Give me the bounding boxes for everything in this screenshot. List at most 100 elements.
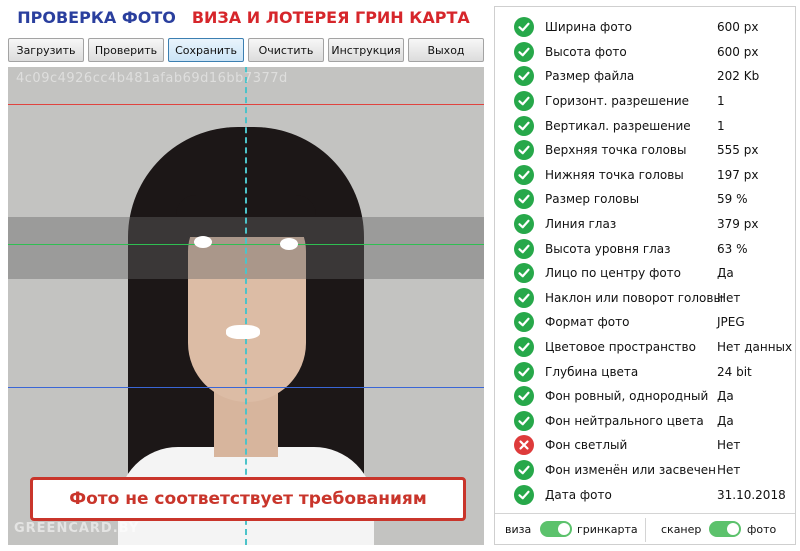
- check-results-panel: Ширина фото 600 px Высота фото 600 px Размер…: [494, 6, 796, 545]
- photo-hash: 4c09c4926cc4b481afab69d16bb7377d: [16, 71, 288, 86]
- check-value: 555 px: [717, 143, 759, 158]
- check-row: Цветовое пространство Нет данных: [495, 335, 795, 360]
- check-icon: [514, 460, 534, 481]
- check-value: Да: [717, 266, 734, 281]
- instructions-button[interactable]: Инструкция: [328, 38, 404, 62]
- check-label: Глубина цвета: [545, 364, 639, 379]
- check-icon: [514, 337, 534, 358]
- check-icon: [514, 140, 534, 161]
- toolbar: Загрузить Проверить Сохранить Очистить И…: [8, 38, 484, 62]
- check-row: Верхняя точка головы 555 px: [495, 138, 795, 163]
- toggle-knob: [727, 523, 739, 535]
- check-row: Глубина цвета 24 bit: [495, 359, 795, 384]
- save-button[interactable]: Сохранить: [168, 38, 244, 62]
- check-row: Ширина фото 600 px: [495, 15, 795, 40]
- check-label: Вертикал. разрешение: [545, 118, 691, 133]
- check-value: JPEG: [717, 315, 745, 330]
- check-icon: [514, 238, 534, 259]
- check-label: Цветовое пространство: [545, 340, 696, 355]
- check-label: Лицо по центру фото: [545, 266, 682, 281]
- app-window: ПРОВЕРКА ФОТО ВИЗА И ЛОТЕРЕЯ ГРИН КАРТА …: [0, 0, 800, 551]
- check-label: Размер головы: [545, 192, 640, 207]
- check-label: Фон изменён или засвечен: [545, 463, 717, 478]
- check-row: Фон светлый Нет: [495, 433, 795, 458]
- check-icon: [514, 214, 534, 235]
- check-row: Нижняя точка головы 197 px: [495, 163, 795, 188]
- check-value: 63 %: [717, 241, 748, 256]
- check-icon: [514, 410, 534, 431]
- check-icon: [514, 66, 534, 87]
- check-label: Фон ровный, однородный: [545, 389, 709, 404]
- check-row: Линия глаз 379 px: [495, 212, 795, 237]
- check-icon: [514, 41, 534, 62]
- check-icon: [514, 484, 534, 505]
- toggle-divider: [645, 518, 646, 542]
- check-button[interactable]: Проверить: [88, 38, 164, 62]
- check-value: 1: [717, 94, 725, 109]
- clear-button[interactable]: Очистить: [248, 38, 324, 62]
- check-label: Дата фото: [545, 487, 612, 502]
- check-row: Фон изменён или засвечен Нет: [495, 458, 795, 483]
- check-icon: [514, 17, 534, 38]
- scanner-label: сканер: [661, 523, 702, 536]
- check-row: Горизонт. разрешение 1: [495, 89, 795, 114]
- title-photo-check: ПРОВЕРКА ФОТО: [17, 8, 176, 27]
- right-eye-marker: [280, 238, 298, 250]
- check-icon: [514, 287, 534, 308]
- check-label: Высота уровня глаз: [545, 241, 671, 256]
- check-value: 202 Kb: [717, 69, 760, 84]
- scanner-photo-toggle[interactable]: [709, 521, 741, 537]
- check-label: Верхняя точка головы: [545, 143, 687, 158]
- check-label: Линия глаз: [545, 217, 617, 232]
- check-row: Фон нейтрального цвета Да: [495, 409, 795, 434]
- check-icon: [514, 386, 534, 407]
- check-row: Лицо по центру фото Да: [495, 261, 795, 286]
- check-row: Высота фото 600 px: [495, 40, 795, 65]
- mode-toggles-bar: виза гринкарта сканер фото: [495, 513, 795, 544]
- watermark: GREENCARD.BY: [14, 521, 140, 536]
- check-label: Размер файла: [545, 69, 635, 84]
- check-label: Наклон или поворот головы: [545, 290, 723, 305]
- load-button[interactable]: Загрузить: [8, 38, 84, 62]
- mouth-marker: [226, 325, 260, 339]
- check-row: Размер файла 202 Kb: [495, 64, 795, 89]
- check-row: Размер головы 59 %: [495, 187, 795, 212]
- photo-viewport[interactable]: 4c09c4926cc4b481afab69d16bb7377d Фото не…: [8, 67, 484, 545]
- check-icon: [514, 91, 534, 112]
- check-icon: [514, 115, 534, 136]
- check-label: Ширина фото: [545, 20, 632, 35]
- check-value: 600 px: [717, 20, 759, 35]
- check-value: 59 %: [717, 192, 748, 207]
- check-label: Фон светлый: [545, 438, 628, 453]
- check-row: Вертикал. разрешение 1: [495, 113, 795, 138]
- check-icon: [514, 164, 534, 185]
- check-row: Формат фото JPEG: [495, 310, 795, 335]
- greencard-label: гринкарта: [577, 523, 638, 536]
- check-row: Высота уровня глаз 63 %: [495, 236, 795, 261]
- app-title: ПРОВЕРКА ФОТО ВИЗА И ЛОТЕРЕЯ ГРИН КАРТА: [0, 8, 487, 30]
- exit-button[interactable]: Выход: [408, 38, 484, 62]
- check-icon: [514, 361, 534, 382]
- check-value: 31.10.2018: [717, 487, 786, 502]
- check-label: Формат фото: [545, 315, 630, 330]
- center-guide-line: [245, 67, 247, 545]
- check-row: Наклон или поворот головы Нет: [495, 286, 795, 311]
- check-value: Нет данных: [717, 340, 793, 355]
- check-value: 600 px: [717, 44, 759, 59]
- check-label: Фон нейтрального цвета: [545, 413, 704, 428]
- check-value: Нет: [717, 290, 741, 305]
- title-visa-lottery: ВИЗА И ЛОТЕРЕЯ ГРИН КАРТА: [191, 8, 470, 27]
- check-label: Горизонт. разрешение: [545, 94, 690, 109]
- check-value: 1: [717, 118, 725, 133]
- left-eye-marker: [194, 236, 212, 248]
- check-icon: [514, 312, 534, 333]
- check-value: 197 px: [717, 167, 759, 182]
- check-label: Высота фото: [545, 44, 627, 59]
- check-icon: [514, 263, 534, 284]
- check-value: Нет: [717, 463, 741, 478]
- visa-greencard-toggle[interactable]: [540, 521, 572, 537]
- check-value: 379 px: [717, 217, 759, 232]
- check-row: Фон ровный, однородный Да: [495, 384, 795, 409]
- check-value: Да: [717, 389, 734, 404]
- check-label: Нижняя точка головы: [545, 167, 684, 182]
